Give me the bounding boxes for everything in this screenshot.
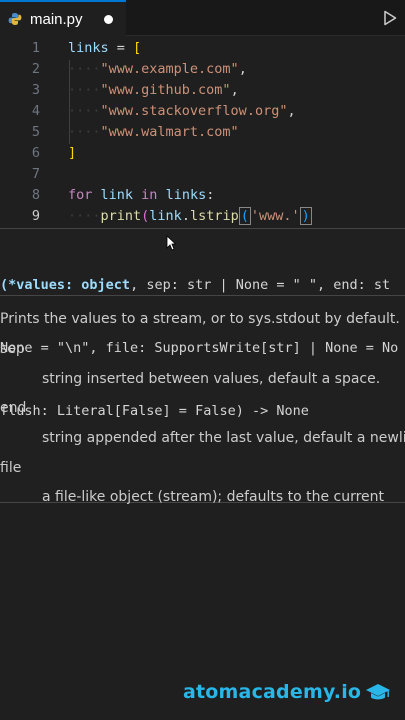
line-number: 5 — [31, 123, 40, 140]
code-line-6: 6 ] — [0, 142, 405, 163]
brand-text: atomacademy.io — [183, 681, 362, 703]
code-line-9: 9 ····print(link.lstrip('www.') — [0, 205, 405, 226]
python-file-icon — [8, 13, 22, 25]
whitespace-dots: ···· — [68, 60, 101, 77]
sig-values-param: *values: object — [8, 277, 131, 293]
keyword-in: in — [141, 186, 158, 203]
param-name-file: file — [0, 460, 22, 476]
string-literal: 'www.' — [250, 207, 300, 224]
code-line-1: 1 links = [ — [0, 37, 405, 58]
sig-open: ( — [0, 277, 9, 293]
code-line-4: 4 ····"www.stackoverflow.org", — [0, 100, 405, 121]
param-desc-sep: string inserted between values, default … — [42, 371, 381, 387]
operator: = — [108, 39, 134, 56]
method-lstrip: lstrip — [189, 207, 239, 224]
string-literal: "www.example.com" — [100, 60, 239, 77]
code-editor[interactable]: 1 links = [ 2 ····"www.example.com", 3 ·… — [0, 36, 405, 228]
colon: : — [206, 186, 215, 203]
graduation-cap-icon — [366, 684, 391, 700]
line-number: 6 — [31, 144, 40, 161]
sig-line-2: None = "\n", file: SupportsWrite[str] | … — [0, 340, 399, 356]
function-print[interactable]: print — [101, 208, 142, 224]
app-root: main.py 1 links = [ 2 ····"www.example.c… — [0, 0, 405, 720]
line-number: 2 — [31, 60, 40, 77]
sig-params: , sep: str | None = " ", end: st — [130, 277, 391, 293]
line-number: 3 — [31, 81, 40, 98]
paren-highlight: ( — [238, 206, 251, 225]
identifier-links: links — [68, 39, 109, 56]
param-desc-end: string appended after the last value, de… — [42, 430, 405, 446]
comma: , — [238, 60, 247, 77]
line-number: 7 — [31, 165, 40, 182]
param-name-end: end — [0, 400, 27, 416]
whitespace-dots: ···· — [68, 81, 101, 98]
unsaved-dot-icon[interactable] — [104, 15, 113, 24]
tab-main-py[interactable]: main.py — [0, 0, 126, 36]
code-line-5: 5 ····"www.walmart.com" — [0, 121, 405, 142]
identifier-links: links — [157, 186, 207, 203]
tab-label: main.py — [30, 10, 83, 28]
param-name-sep: sep — [0, 341, 25, 357]
divider — [0, 295, 405, 296]
whitespace-dots: ···· — [68, 207, 101, 224]
param-desc-file: a file-like object (stream); defaults to… — [42, 489, 385, 505]
line-number: 8 — [31, 186, 40, 203]
string-literal: "www.github.com" — [100, 81, 231, 98]
tab-bar: main.py — [0, 0, 405, 36]
code-line-3: 3 ····"www.github.com", — [0, 79, 405, 100]
code-line-2: 2 ····"www.example.com", — [0, 58, 405, 79]
dot: . — [181, 207, 190, 224]
identifier-link: link — [92, 186, 142, 203]
line-number-active: 9 — [31, 207, 40, 224]
paren-highlight: ) — [299, 206, 312, 225]
code-line-8: 8 for link in links: — [0, 184, 405, 205]
keyword-for: for — [68, 186, 93, 203]
whitespace-dots: ···· — [68, 123, 101, 140]
sig-line-3: flush: Literal[False] = False) -> None — [0, 403, 309, 419]
code-line-7: 7 — [0, 163, 405, 184]
brand-watermark: atomacademy.io — [183, 680, 391, 704]
doc-summary: Prints the values to a stream, or to sys… — [0, 311, 400, 327]
line-number: 1 — [31, 39, 40, 56]
identifier-link: link — [149, 207, 182, 224]
whitespace-dots: ···· — [68, 102, 101, 119]
string-literal: "www.walmart.com" — [100, 123, 239, 140]
run-triangle-icon[interactable] — [383, 10, 397, 26]
mouse-pointer-icon — [166, 235, 176, 251]
string-literal: "www.stackoverflow.org" — [100, 102, 288, 119]
line-number: 4 — [31, 102, 40, 119]
comma: , — [230, 81, 239, 98]
comma: , — [287, 102, 296, 119]
bracket: ] — [68, 144, 77, 161]
hover-tooltip: (*values: object, sep: str | None = " ",… — [0, 228, 405, 505]
bracket: [ — [133, 39, 142, 56]
